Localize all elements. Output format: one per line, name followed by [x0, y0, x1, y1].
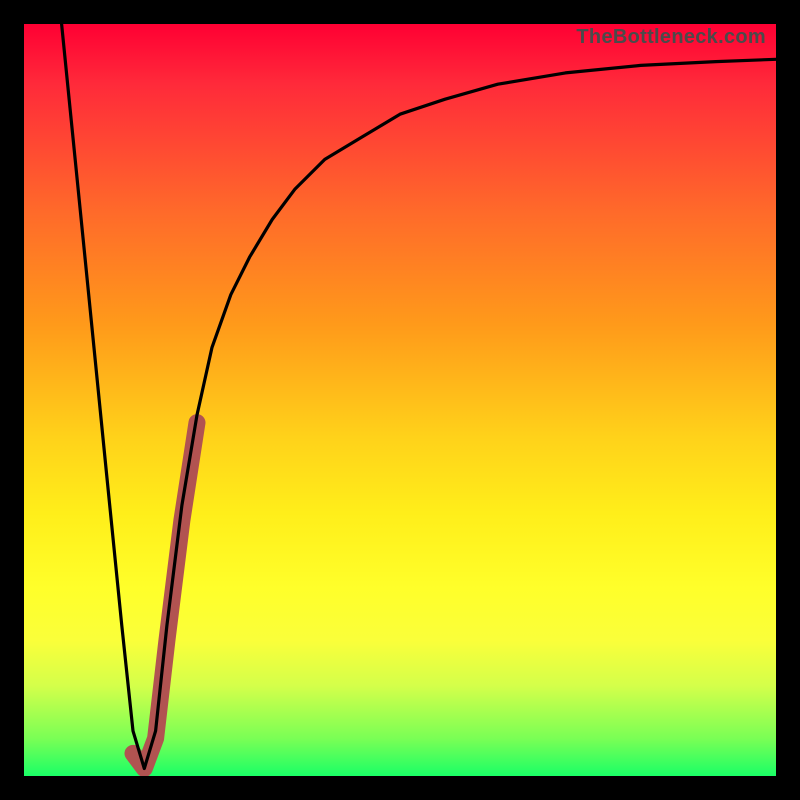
chart-frame: TheBottleneck.com — [0, 0, 800, 800]
plot-area: TheBottleneck.com — [24, 24, 776, 776]
chart-svg — [24, 24, 776, 776]
